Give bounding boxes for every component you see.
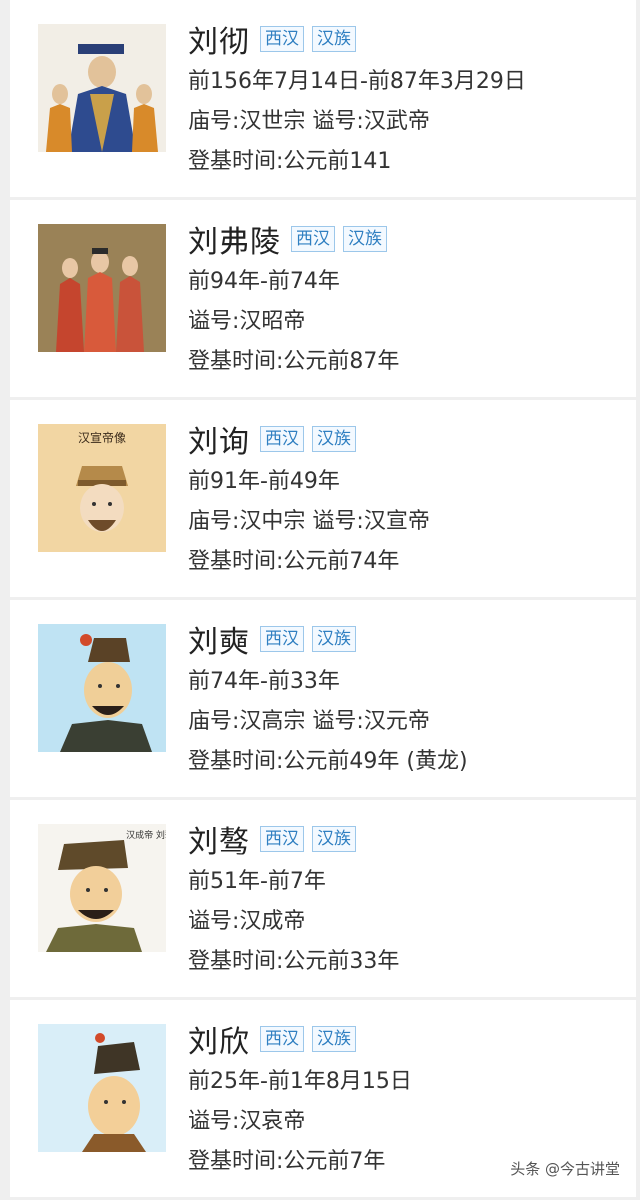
life-dates: 前74年-前33年 <box>188 669 340 694</box>
ethnicity-tag[interactable]: 汉族 <box>312 826 356 852</box>
ethnicity-tag[interactable]: 汉族 <box>312 426 356 452</box>
life-dates: 前156年7月14日-前87年3月29日 <box>188 69 526 94</box>
ethnicity-tag[interactable]: 汉族 <box>343 226 387 252</box>
emperor-name: 刘骜 <box>188 825 250 860</box>
ethnicity-tag[interactable]: 汉族 <box>312 26 356 52</box>
temple-posthumous-names: 庙号:汉世宗 谥号:汉武帝 <box>188 109 430 134</box>
accession-time: 登基时间:公元前87年 <box>188 349 400 374</box>
dynasty-tag[interactable]: 西汉 <box>260 1026 304 1052</box>
dynasty-tag[interactable]: 西汉 <box>260 626 304 652</box>
temple-posthumous-names: 谥号:汉成帝 <box>188 909 306 934</box>
emperor-name: 刘奭 <box>188 625 250 660</box>
temple-posthumous-names: 庙号:汉中宗 谥号:汉宣帝 <box>188 509 430 534</box>
portrait-image <box>38 24 166 152</box>
accession-time: 登基时间:公元前141 <box>188 149 392 174</box>
list-item[interactable]: 汉成帝 刘骜 刘骜 西汉 汉族 前51年-前7年 谥号:汉成帝 登基时间:公元前… <box>10 800 636 997</box>
list-item[interactable]: 刘彻 西汉 汉族 前156年7月14日-前87年3月29日 庙号:汉世宗 谥号:… <box>10 0 636 197</box>
dynasty-tag[interactable]: 西汉 <box>260 426 304 452</box>
portrait-image: 汉宣帝像 <box>38 424 166 552</box>
accession-time: 登基时间:公元前33年 <box>188 949 400 974</box>
accession-time: 登基时间:公元前49年 (黄龙) <box>188 749 468 774</box>
portrait-image <box>38 624 166 752</box>
dynasty-tag[interactable]: 西汉 <box>260 826 304 852</box>
ethnicity-tag[interactable]: 汉族 <box>312 626 356 652</box>
portrait-image <box>38 1024 166 1152</box>
life-dates: 前25年-前1年8月15日 <box>188 1069 412 1094</box>
ethnicity-tag[interactable]: 汉族 <box>312 1026 356 1052</box>
list-item[interactable]: 刘弗陵 西汉 汉族 前94年-前74年 谥号:汉昭帝 登基时间:公元前87年 <box>10 200 636 397</box>
list-item[interactable]: 汉宣帝像 刘询 西汉 汉族 前91年-前49年 庙号:汉中宗 谥号:汉宣帝 登基… <box>10 400 636 597</box>
life-dates: 前51年-前7年 <box>188 869 326 894</box>
portrait-image: 汉成帝 刘骜 <box>38 824 166 952</box>
dynasty-tag[interactable]: 西汉 <box>291 226 335 252</box>
emperor-name: 刘欣 <box>188 1025 250 1060</box>
portrait-caption: 汉成帝 刘骜 <box>126 829 166 841</box>
temple-posthumous-names: 谥号:汉哀帝 <box>188 1109 306 1134</box>
portrait-caption: 汉宣帝像 <box>78 430 126 445</box>
list-item[interactable]: 刘奭 西汉 汉族 前74年-前33年 庙号:汉高宗 谥号:汉元帝 登基时间:公元… <box>10 600 636 797</box>
temple-posthumous-names: 庙号:汉高宗 谥号:汉元帝 <box>188 709 430 734</box>
temple-posthumous-names: 谥号:汉昭帝 <box>188 309 306 334</box>
emperor-name: 刘彻 <box>188 25 250 60</box>
emperor-list: 刘彻 西汉 汉族 前156年7月14日-前87年3月29日 庙号:汉世宗 谥号:… <box>10 0 636 1200</box>
dynasty-tag[interactable]: 西汉 <box>260 26 304 52</box>
life-dates: 前94年-前74年 <box>188 269 340 294</box>
emperor-name: 刘弗陵 <box>188 225 281 260</box>
portrait-image <box>38 224 166 352</box>
accession-time: 登基时间:公元前74年 <box>188 549 400 574</box>
emperor-name: 刘询 <box>188 425 250 460</box>
watermark: 头条 @今古讲堂 <box>506 1156 624 1181</box>
life-dates: 前91年-前49年 <box>188 469 340 494</box>
